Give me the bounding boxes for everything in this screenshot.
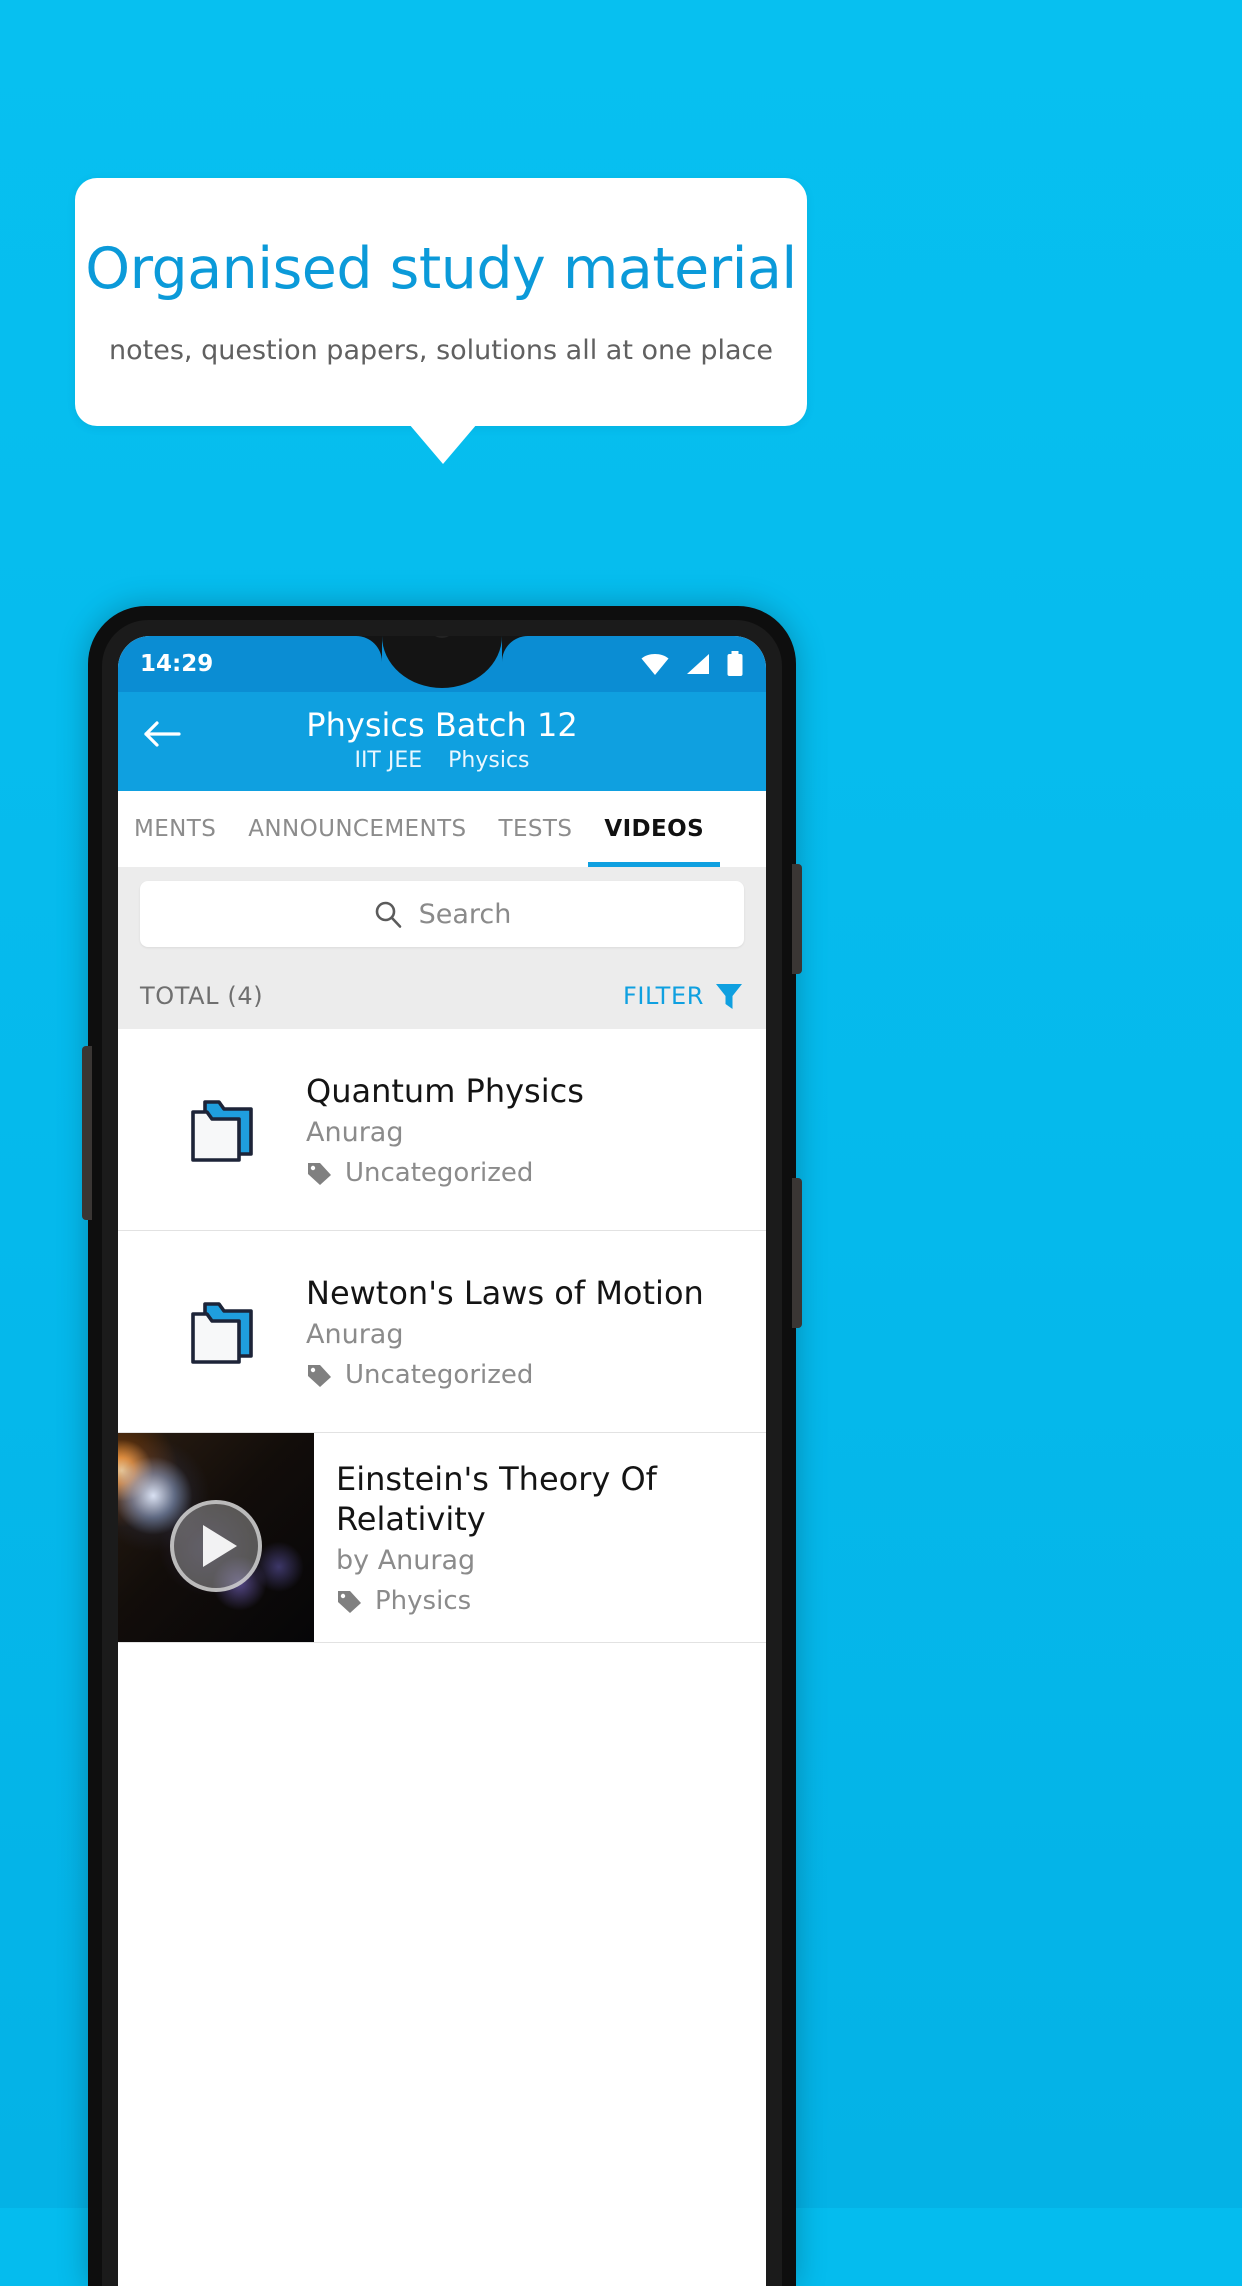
search-placeholder: Search: [418, 898, 512, 930]
promo-subtitle: notes, question papers, solutions all at…: [109, 334, 773, 366]
total-count-label: TOTAL (4): [140, 982, 264, 1011]
notch-corner-left: [356, 636, 382, 662]
phone-screen: 14:29 Physics Batch 12 IIT JEE Physics M…: [118, 636, 766, 2286]
tab-tests[interactable]: TESTS: [483, 791, 589, 867]
list-item-author: Anurag: [306, 1319, 404, 1351]
search-section: Search: [118, 867, 766, 964]
list-item-author: Anurag: [306, 1117, 404, 1149]
breadcrumb-subject: Physics: [448, 748, 530, 774]
list-item-tag: Uncategorized: [306, 1158, 730, 1188]
list-item-text: Quantum Physics Anurag Uncategorized: [306, 1071, 746, 1188]
page-title: Physics Batch 12: [306, 706, 578, 744]
folder-icon: [138, 1094, 306, 1166]
tag-icon: [308, 1162, 331, 1185]
tab-bar: MENTS ANNOUNCEMENTS TESTS VIDEOS: [118, 791, 766, 868]
folder-icon: [138, 1296, 306, 1368]
power-button[interactable]: [792, 864, 802, 974]
list-item-title: Einstein's Theory Of Relativity: [336, 1460, 657, 1539]
content-list: Quantum Physics Anurag Uncategorized New…: [118, 1029, 766, 1644]
list-item-tag-label: Physics: [375, 1586, 472, 1617]
list-item-tag: Physics: [336, 1586, 748, 1616]
tag-icon: [338, 1590, 361, 1613]
play-triangle: [203, 1525, 237, 1568]
search-input[interactable]: Search: [140, 881, 744, 948]
tag-icon: [308, 1364, 331, 1387]
tab-announcements[interactable]: ANNOUNCEMENTS: [232, 791, 482, 867]
back-arrow-icon[interactable]: [140, 712, 184, 756]
funnel-icon: [716, 984, 742, 1010]
filter-label: FILTER: [622, 982, 704, 1011]
list-meta-row: TOTAL (4) FILTER: [118, 963, 766, 1030]
signal-icon: [687, 654, 709, 674]
tab-assignments[interactable]: MENTS: [118, 791, 232, 867]
list-item-text: Einstein's Theory Of Relativity by Anura…: [314, 1433, 766, 1642]
status-time: 14:29: [140, 651, 214, 677]
tab-videos[interactable]: VIDEOS: [588, 791, 720, 868]
play-icon[interactable]: [170, 1500, 262, 1593]
wifi-icon: [641, 654, 669, 675]
volume-button-left[interactable]: [82, 1046, 92, 1220]
list-item-text: Newton's Laws of Motion Anurag Uncategor…: [306, 1273, 746, 1390]
list-item-author: by Anurag: [336, 1545, 476, 1577]
video-thumbnail: [118, 1433, 314, 1643]
app-bar: Physics Batch 12 IIT JEE Physics: [118, 692, 766, 792]
battery-icon: [727, 651, 743, 676]
filter-button[interactable]: FILTER: [623, 981, 744, 1011]
promo-speech-bubble: Organised study material notes, question…: [75, 178, 807, 426]
list-item-title: Newton's Laws of Motion: [306, 1274, 704, 1313]
list-item-tag: Uncategorized: [306, 1360, 730, 1390]
promo-title: Organised study material: [85, 236, 797, 303]
list-item-title: Quantum Physics: [306, 1072, 584, 1111]
notch-corner-right: [502, 636, 528, 662]
breadcrumb-exam: IIT JEE: [354, 748, 423, 774]
volume-button-right[interactable]: [792, 1178, 802, 1328]
list-item[interactable]: Quantum Physics Anurag Uncategorized: [118, 1029, 766, 1232]
list-item-tag-label: Uncategorized: [345, 1360, 534, 1391]
status-icons: [640, 651, 744, 677]
speech-bubble-tail: [409, 424, 477, 464]
list-item-tag-label: Uncategorized: [345, 1158, 534, 1189]
phone-mockup: 14:29 Physics Batch 12 IIT JEE Physics M…: [82, 606, 802, 2286]
breadcrumb: IIT JEE Physics: [118, 748, 766, 773]
search-icon: [375, 902, 401, 929]
waterdrop-notch: [382, 636, 502, 688]
list-item[interactable]: Newton's Laws of Motion Anurag Uncategor…: [118, 1231, 766, 1434]
list-item[interactable]: Einstein's Theory Of Relativity by Anura…: [118, 1433, 766, 1644]
status-bar: 14:29: [118, 636, 766, 692]
